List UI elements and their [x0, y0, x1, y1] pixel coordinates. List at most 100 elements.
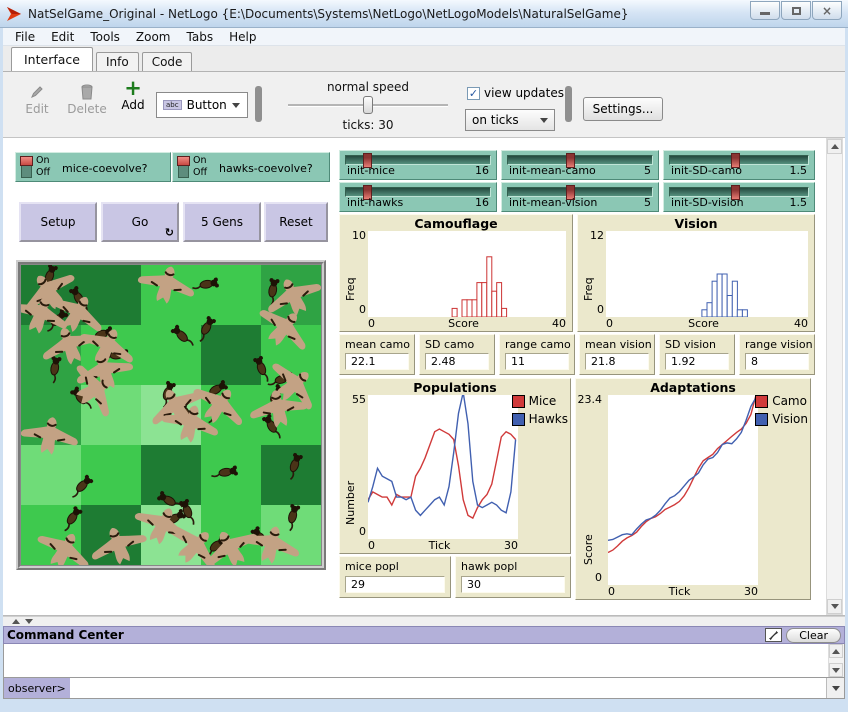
switch-knob[interactable]: [177, 156, 190, 166]
populations-legend: Mice Hawks: [512, 394, 568, 426]
tab-strip: Interface Info Code: [3, 46, 845, 72]
switch-lever[interactable]: [21, 157, 32, 178]
command-input-row: observer>: [3, 678, 845, 699]
close-button[interactable]: ×: [812, 1, 842, 20]
scroll-up-button[interactable]: [829, 644, 843, 658]
output-scrollbar[interactable]: [828, 644, 844, 677]
tab-info[interactable]: Info: [96, 52, 139, 71]
go-button[interactable]: Go ↻: [101, 202, 179, 242]
adaptations-legend: Camo Vision: [755, 394, 808, 426]
camouflage-histogram: [368, 231, 566, 317]
ticks-counter: ticks: 30: [283, 118, 453, 132]
pencil-icon: [29, 84, 45, 100]
close-icon: ×: [822, 5, 832, 17]
switch-knob[interactable]: [20, 156, 33, 166]
settings-button[interactable]: Settings...: [583, 97, 663, 121]
interface-vertical-scrollbar[interactable]: [826, 138, 843, 615]
chevron-down-icon: [540, 118, 548, 123]
restore-button[interactable]: [781, 1, 811, 20]
slider-init-mean-camo[interactable]: init-mean-camo5: [501, 150, 659, 180]
scroll-down-button[interactable]: [829, 663, 843, 677]
update-mode-dropdown[interactable]: on ticks: [465, 109, 555, 131]
add-widget-button[interactable]: + Add: [115, 80, 151, 112]
vision-histogram: [606, 231, 808, 317]
window-bottom-border: [3, 699, 845, 712]
button-widget-icon: abc: [163, 100, 182, 110]
arrow-down-icon: [25, 619, 33, 624]
five-gens-button[interactable]: 5 Gens: [183, 202, 261, 242]
edit-widget-button[interactable]: Edit: [17, 84, 57, 116]
reset-button[interactable]: Reset: [264, 202, 328, 242]
command-center-splitter[interactable]: [3, 616, 845, 626]
monitor-range-camo: range camo 11: [499, 334, 575, 375]
delete-widget-button[interactable]: Delete: [63, 84, 111, 116]
chevron-down-icon: [832, 686, 840, 691]
monitor-range-vision: range vision 8: [739, 334, 815, 375]
world-view[interactable]: [16, 260, 326, 570]
view-updates-checkbox[interactable]: ✓: [467, 87, 480, 100]
mice-legend-swatch: [512, 395, 525, 408]
vision-legend-swatch: [755, 413, 768, 426]
tab-interface[interactable]: Interface: [11, 47, 93, 71]
expand-command-center-button[interactable]: [765, 628, 782, 642]
interface-canvas: OnOff mice-coevolve? OnOff hawks-coevolv…: [3, 138, 845, 616]
switch-lever[interactable]: [178, 157, 189, 178]
menu-file[interactable]: File: [7, 30, 43, 44]
arrow-down-icon: [832, 668, 840, 673]
menu-bar: File Edit Tools Zoom Tabs Help: [3, 28, 845, 46]
widget-type-chooser[interactable]: abc Button: [156, 92, 248, 118]
speed-slider[interactable]: [288, 104, 448, 107]
diagonal-arrows-icon: [768, 630, 779, 641]
command-input[interactable]: [70, 678, 826, 698]
slider-init-mean-vision[interactable]: init-mean-vision5: [501, 182, 659, 212]
menu-zoom[interactable]: Zoom: [128, 30, 179, 44]
window-title: NatSelGame_Original - NetLogo {E:\Docume…: [28, 7, 744, 21]
monitor-mice-popl: mice popl 29: [339, 556, 451, 598]
switch-mice-coevolve[interactable]: OnOff mice-coevolve?: [15, 152, 171, 182]
command-history-dropdown[interactable]: [826, 678, 844, 698]
view-updates-row: ✓ view updates: [467, 86, 564, 100]
arrow-up-icon: [832, 649, 840, 654]
command-center-header: Command Center Clear: [3, 626, 845, 644]
arrow-up-icon: [12, 619, 20, 624]
arrow-up-icon: [831, 144, 839, 149]
clear-button[interactable]: Clear: [786, 628, 841, 643]
menu-edit[interactable]: Edit: [43, 30, 82, 44]
switch-hawks-coevolve[interactable]: OnOff hawks-coevolve?: [172, 152, 330, 182]
view-updates-label: view updates: [484, 86, 564, 100]
observer-prompt: observer>: [4, 678, 70, 698]
plot-camouflage: Camouflage 10 Freq 0 0 Score 40: [339, 214, 573, 332]
plot-adaptations: Adaptations 23.4 Score 0 Camo Vision 0 T…: [575, 378, 811, 600]
netlogo-window: NatSelGame_Original - NetLogo {E:\Docume…: [0, 0, 848, 712]
slider-init-mice[interactable]: init-mice16: [339, 150, 497, 180]
trash-icon: [80, 84, 94, 100]
plot-vision: Vision 12 Freq 0 0 Score 40: [577, 214, 815, 332]
toolbar-separator: [255, 86, 262, 122]
setup-button[interactable]: Setup: [19, 202, 97, 242]
slider-init-hawks[interactable]: init-hawks16: [339, 182, 497, 212]
adaptations-line-chart: [608, 395, 758, 585]
monitor-mean-camo: mean camo 22.1: [339, 334, 415, 375]
restore-icon: [792, 7, 801, 15]
scroll-up-button[interactable]: [827, 139, 842, 154]
slider-init-SD-vision[interactable]: init-SD-vision1.5: [663, 182, 815, 212]
scroll-down-button[interactable]: [827, 599, 842, 614]
title-bar: NatSelGame_Original - NetLogo {E:\Docume…: [0, 0, 848, 28]
menu-tools[interactable]: Tools: [82, 30, 128, 44]
tab-code[interactable]: Code: [142, 52, 193, 71]
monitor-sd-camo: SD camo 2.48: [419, 334, 495, 375]
speed-label: normal speed: [283, 80, 453, 94]
minimize-icon: [760, 12, 770, 15]
slider-init-SD-camo[interactable]: init-SD-camo1.5: [663, 150, 815, 180]
command-center-output[interactable]: [3, 644, 845, 678]
arrow-down-icon: [831, 604, 839, 609]
minimize-button[interactable]: [750, 1, 780, 20]
netlogo-logo-icon: [6, 6, 22, 22]
monitor-mean-vision: mean vision 21.8: [579, 334, 655, 375]
menu-tabs[interactable]: Tabs: [179, 30, 222, 44]
toolbar-separator: [565, 86, 572, 122]
speed-slider-thumb[interactable]: [363, 96, 373, 114]
menu-help[interactable]: Help: [221, 30, 264, 44]
interface-toolbar: Edit Delete + Add abc Button normal spee…: [3, 72, 845, 138]
monitor-hawk-popl: hawk popl 30: [455, 556, 571, 598]
